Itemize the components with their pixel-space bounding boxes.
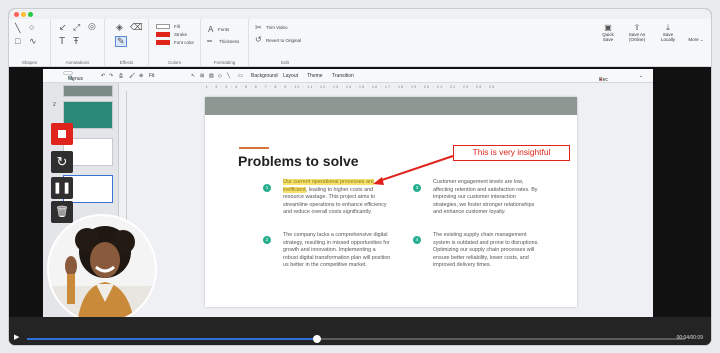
- annotation-arrowhead: [373, 177, 384, 185]
- progress-handle[interactable]: [312, 335, 321, 343]
- progress-fill: [27, 338, 317, 340]
- webcam-person-image: [49, 216, 155, 322]
- app-window: ╲ ○ □ ∿ Shapes ↙ ⤢ ◎ T Ŧ Annotations ◈ ⌫…: [8, 8, 712, 346]
- annotation-arrow[interactable]: [378, 155, 454, 182]
- time-display: 00:04/00:09: [676, 335, 703, 341]
- play-icon[interactable]: ▶: [14, 333, 19, 341]
- annotation-callout[interactable]: This is very insightful: [453, 145, 570, 161]
- webcam-overlay[interactable]: [47, 214, 157, 324]
- video-player-bar: ▶ 00:04/00:09: [9, 317, 711, 345]
- progress-track[interactable]: [27, 335, 685, 343]
